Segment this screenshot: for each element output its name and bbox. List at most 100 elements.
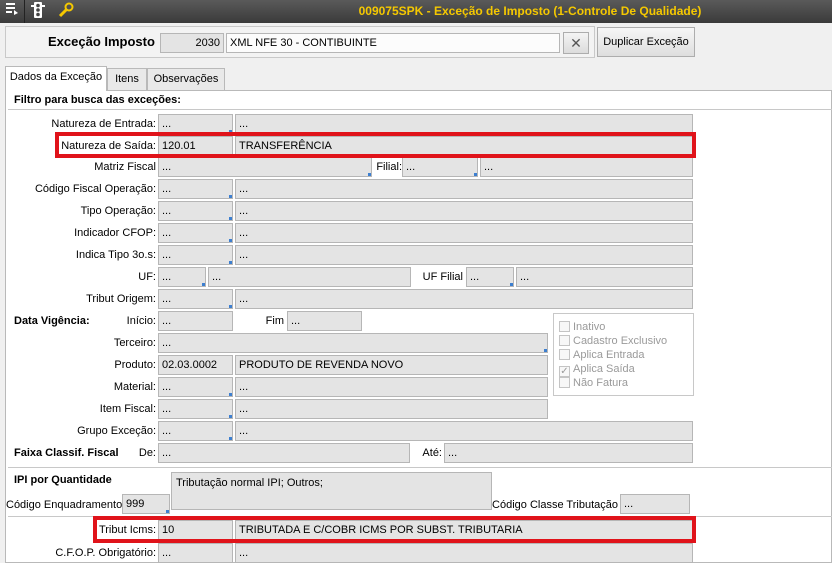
produto-desc[interactable]: PRODUTO DE REVENDA NOVO: [235, 355, 548, 375]
lookup-icon[interactable]: [229, 239, 232, 242]
tipo-operacao-code[interactable]: ...: [158, 201, 233, 221]
filial-label: Filial:: [376, 161, 402, 173]
checkbox-label: Aplica Entrada: [573, 349, 645, 361]
cfop-obrigatorio-code[interactable]: ...: [158, 543, 233, 563]
highlight-natureza-saida: [55, 132, 696, 158]
lookup-icon[interactable]: [229, 393, 232, 396]
data-vigencia-label: Data Vigência:: [14, 315, 90, 327]
codigo-fiscal-operacao-code[interactable]: ...: [158, 179, 233, 199]
material-desc[interactable]: ...: [235, 377, 548, 397]
lookup-icon[interactable]: [474, 173, 477, 176]
lookup-icon[interactable]: [544, 349, 547, 352]
excecao-description-field[interactable]: XML NFE 30 - CONTIBUINTE: [226, 33, 560, 53]
lookup-icon[interactable]: [166, 510, 169, 513]
indica-tipo-code[interactable]: ...: [158, 245, 233, 265]
indicador-cfop-desc[interactable]: ...: [235, 223, 693, 243]
tools-icon[interactable]: [56, 2, 76, 21]
codigo-enquadramento-field[interactable]: 999: [122, 494, 170, 514]
item-fiscal-desc[interactable]: ...: [235, 399, 548, 419]
indicador-cfop-code[interactable]: ...: [158, 223, 233, 243]
faixa-de-field[interactable]: ...: [158, 443, 410, 463]
grupo-excecao-desc[interactable]: ...: [235, 421, 693, 441]
de-label: De:: [138, 447, 156, 459]
traffic-light-icon[interactable]: [28, 2, 48, 21]
terceiro-field[interactable]: ...: [158, 333, 548, 353]
uf-label: UF:: [138, 271, 156, 283]
codigo-enquadramento-label: Código Enquadramento: [6, 499, 123, 511]
uf-desc[interactable]: ...: [208, 267, 411, 287]
natureza-entrada-code[interactable]: ...: [158, 114, 233, 134]
indica-tipo-desc[interactable]: ...: [235, 245, 693, 265]
indica-tipo-label: Indica Tipo 3o.s:: [75, 249, 156, 261]
checkbox-icon: [559, 349, 570, 360]
faixa-classif-label: Faixa Classif. Fiscal: [14, 447, 119, 459]
menu-icon[interactable]: [2, 2, 22, 21]
duplicate-button[interactable]: Duplicar Exceção: [597, 27, 695, 57]
fim-date-field[interactable]: ...: [287, 311, 362, 331]
lookup-icon[interactable]: [229, 195, 232, 198]
codigo-fiscal-operacao-label: Código Fiscal Operação:: [34, 183, 156, 195]
tab-observacoes[interactable]: Observações: [147, 68, 225, 90]
inicio-label: Início:: [126, 315, 156, 327]
lookup-icon[interactable]: [510, 283, 513, 286]
lookup-icon[interactable]: [368, 173, 371, 176]
checkbox-label: Aplica Saída: [573, 363, 635, 375]
excecao-imposto-label: Exceção Imposto: [48, 34, 155, 49]
terceiro-label: Terceiro:: [113, 337, 156, 349]
material-label: Material:: [113, 381, 156, 393]
excecao-code-field[interactable]: 2030: [160, 33, 224, 53]
matriz-fiscal-code[interactable]: ...: [158, 157, 372, 177]
filial-code[interactable]: ...: [402, 157, 478, 177]
cfop-obrigatorio-desc[interactable]: ...: [235, 543, 693, 563]
title-bar: 009075SPK - Exceção de Imposto (1-Contro…: [0, 0, 832, 23]
checkbox-nao-fatura[interactable]: Não Fatura: [559, 376, 628, 390]
checkbox-label: Não Fatura: [573, 377, 629, 389]
checkbox-aplica-entrada[interactable]: Aplica Entrada: [559, 348, 645, 362]
codigo-fiscal-operacao-desc[interactable]: ...: [235, 179, 693, 199]
lookup-icon[interactable]: [229, 437, 232, 440]
checkbox-icon: [559, 335, 570, 346]
tribut-origem-code[interactable]: ...: [158, 289, 233, 309]
ate-label: Até:: [422, 447, 442, 459]
tipo-operacao-label: Tipo Operação:: [80, 205, 156, 217]
lookup-icon[interactable]: [229, 415, 232, 418]
indicador-cfop-label: Indicador CFOP:: [74, 227, 156, 239]
tributacao-ipi-text[interactable]: Tributação normal IPI; Outros;: [171, 472, 492, 510]
checkbox-inativo[interactable]: Inativo: [559, 320, 605, 334]
checkbox-icon: [559, 321, 570, 332]
natureza-entrada-label: Natureza de Entrada:: [51, 118, 156, 130]
tipo-operacao-desc[interactable]: ...: [235, 201, 693, 221]
natureza-entrada-desc[interactable]: ...: [235, 114, 693, 134]
checkbox-cadastro-exclusivo[interactable]: Cadastro Exclusivo: [559, 334, 667, 348]
faixa-ate-field[interactable]: ...: [444, 443, 693, 463]
checkbox-label: Inativo: [573, 321, 606, 333]
material-code[interactable]: ...: [158, 377, 233, 397]
fim-label: Fim: [265, 315, 284, 327]
uf-filial-desc[interactable]: ...: [516, 267, 693, 287]
produto-code[interactable]: 02.03.0002: [158, 355, 233, 375]
lookup-icon[interactable]: [229, 261, 232, 264]
item-fiscal-code[interactable]: ...: [158, 399, 233, 419]
tribut-origem-label: Tribut Origem:: [86, 293, 156, 305]
uf-code[interactable]: ...: [158, 267, 206, 287]
checkbox-aplica-saida[interactable]: ✓ Aplica Saída: [559, 362, 635, 377]
grupo-excecao-label: Grupo Exceção:: [77, 425, 156, 437]
tab-dados-da-excecao[interactable]: Dados da Exceção: [5, 66, 107, 91]
codigo-classe-tributacao-field[interactable]: ...: [620, 494, 690, 514]
grupo-excecao-code[interactable]: ...: [158, 421, 233, 441]
uf-filial-code[interactable]: ...: [466, 267, 514, 287]
lookup-icon[interactable]: [229, 305, 232, 308]
uf-filial-label: UF Filial: [422, 271, 463, 283]
filial-desc[interactable]: ...: [480, 157, 693, 177]
clear-button[interactable]: ✕: [563, 32, 589, 54]
cfop-obrigatorio-label: C.F.O.P. Obrigatório:: [55, 547, 156, 559]
tab-itens[interactable]: Itens: [107, 68, 147, 90]
tribut-origem-desc[interactable]: ...: [235, 289, 693, 309]
matriz-fiscal-label: Matriz Fiscal: [94, 161, 156, 173]
lookup-icon[interactable]: [229, 217, 232, 220]
highlight-tribut-icms: [93, 516, 696, 543]
codigo-classe-tributacao-label: Código Classe Tributação: [492, 499, 618, 511]
lookup-icon[interactable]: [202, 283, 205, 286]
inicio-date-field[interactable]: ...: [158, 311, 233, 331]
item-fiscal-label: Item Fiscal:: [99, 403, 156, 415]
